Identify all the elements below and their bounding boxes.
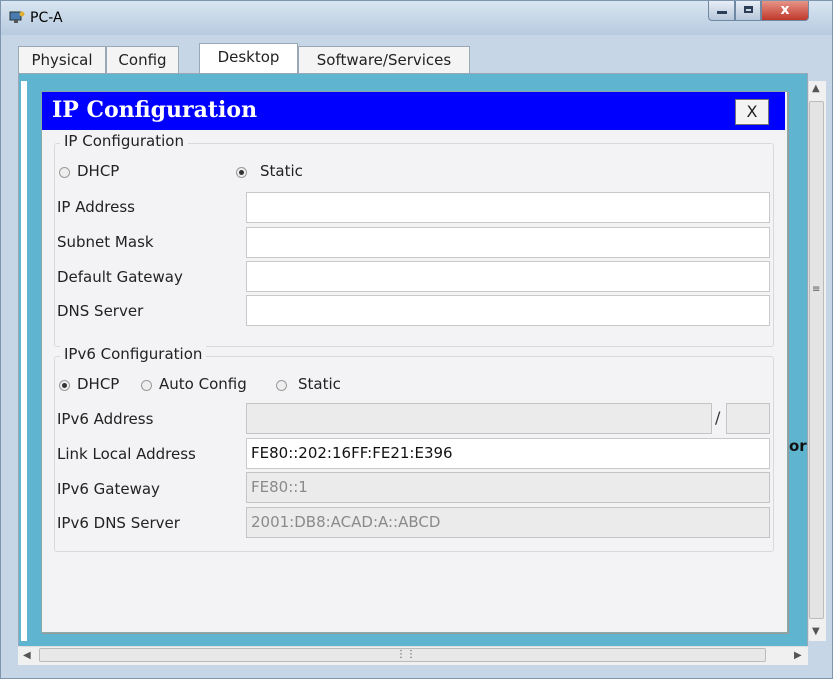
ipv6-address-field[interactable] xyxy=(246,403,712,434)
tab-desktop[interactable]: Desktop xyxy=(199,43,298,73)
ip-address-field[interactable] xyxy=(246,192,770,223)
subnet-mask-field[interactable] xyxy=(246,227,770,258)
ipv6-static-label: Static xyxy=(298,375,341,393)
scroll-down-arrow-icon[interactable]: ▼ xyxy=(812,626,820,637)
scroll-up-arrow-icon[interactable]: ▲ xyxy=(812,83,820,94)
ip-configuration-dialog: IP Configuration X IP Configuration DHCP… xyxy=(41,91,788,633)
link-local-address-label: Link Local Address xyxy=(57,445,196,463)
ipv6-auto-config-radio[interactable] xyxy=(141,380,152,391)
minimize-button[interactable] xyxy=(708,1,735,21)
ipv6-group-label: IPv6 Configuration xyxy=(60,345,207,363)
tab-label: Software/Services xyxy=(316,51,452,69)
app-icon xyxy=(9,11,25,23)
dialog-title-bar: IP Configuration X xyxy=(42,92,785,130)
dialog-title: IP Configuration xyxy=(52,97,258,123)
vertical-scroll-thumb[interactable] xyxy=(809,101,824,619)
minimize-icon xyxy=(717,11,727,14)
background-text: or xyxy=(789,437,807,455)
ipv6-dns-server-field[interactable]: 2001:DB8:ACAD:A::ABCD xyxy=(246,507,770,538)
ipv4-dhcp-radio[interactable] xyxy=(59,167,70,178)
ipv6-dhcp-radio[interactable] xyxy=(59,380,70,391)
tab-label: Desktop xyxy=(217,48,280,66)
tab-label: Config xyxy=(118,51,167,69)
desktop-edge xyxy=(21,81,27,641)
window-title: PC-A xyxy=(30,10,63,26)
close-icon: x xyxy=(780,2,790,18)
ipv4-static-label: Static xyxy=(260,162,303,180)
scroll-right-arrow-icon[interactable]: ▶ xyxy=(794,650,802,661)
ipv4-group-label: IP Configuration xyxy=(60,132,188,150)
dns-server-field[interactable] xyxy=(246,295,770,326)
tab-software-services[interactable]: Software/Services xyxy=(298,46,470,73)
default-gateway-field[interactable] xyxy=(246,261,770,292)
scroll-grip-icon: ≡ xyxy=(812,284,821,295)
tab-label: Physical xyxy=(31,51,93,69)
prefix-separator: / xyxy=(715,408,721,427)
subnet-mask-label: Subnet Mask xyxy=(57,233,154,251)
dns-server-label: DNS Server xyxy=(57,302,144,320)
ipv6-dns-server-label: IPv6 DNS Server xyxy=(57,514,180,532)
ipv6-address-label: IPv6 Address xyxy=(57,410,154,428)
dialog-close-button[interactable]: X xyxy=(735,99,769,125)
ipv6-gateway-label: IPv6 Gateway xyxy=(57,480,160,498)
default-gateway-label: Default Gateway xyxy=(57,268,183,286)
ip-address-label: IP Address xyxy=(57,198,135,216)
tab-physical[interactable]: Physical xyxy=(18,46,106,73)
ipv6-static-radio[interactable] xyxy=(276,380,287,391)
tab-config[interactable]: Config xyxy=(106,46,179,73)
ipv6-dhcp-label: DHCP xyxy=(77,375,120,393)
scroll-grip-icon: ⋮⋮ xyxy=(396,649,416,660)
app-window: PC-A x Physical Config Desktop Software/… xyxy=(0,0,833,679)
scroll-left-arrow-icon[interactable]: ◀ xyxy=(23,650,31,661)
ipv6-prefix-field[interactable] xyxy=(726,403,770,434)
title-bar[interactable]: PC-A x xyxy=(1,1,832,35)
close-window-button[interactable]: x xyxy=(761,1,809,21)
maximize-button[interactable] xyxy=(735,1,761,21)
ipv6-gateway-field[interactable]: FE80::1 xyxy=(246,472,770,503)
link-local-address-field[interactable]: FE80::202:16FF:FE21:E396 xyxy=(246,438,770,469)
maximize-icon xyxy=(744,6,753,13)
ipv4-static-radio[interactable] xyxy=(236,167,247,178)
ipv6-auto-config-label: Auto Config xyxy=(159,375,247,393)
ipv4-dhcp-label: DHCP xyxy=(77,162,120,180)
